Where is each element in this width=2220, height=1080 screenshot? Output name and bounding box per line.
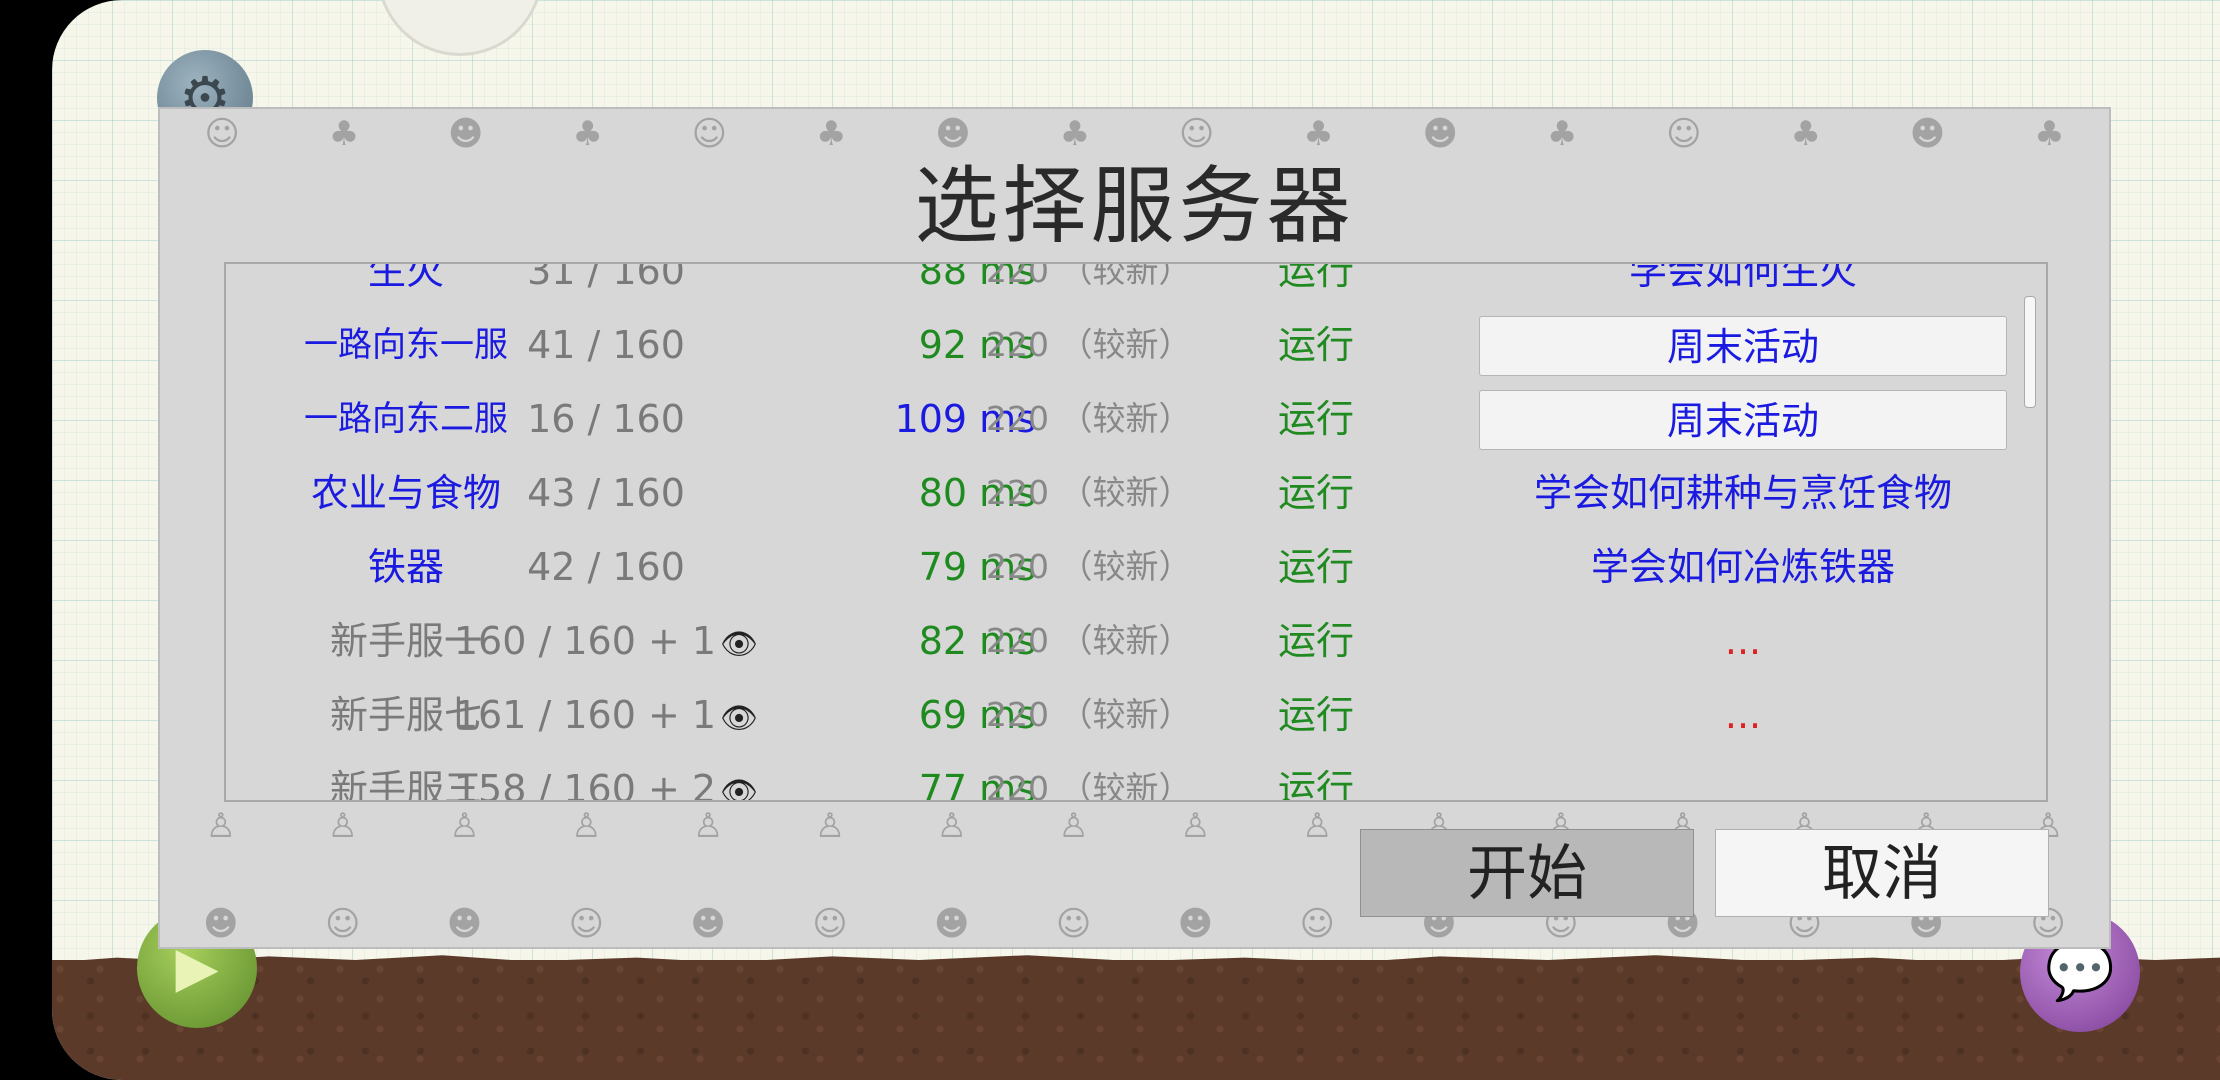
cancel-button[interactable]: 取消 <box>1715 829 2049 917</box>
server-description-more: ... <box>1724 619 1762 663</box>
player-count: 43 / 160 <box>527 471 685 515</box>
player-count: 31 / 160 <box>527 262 685 293</box>
server-version: 220 （较新） <box>986 262 1192 290</box>
server-row[interactable]: 农业与食物 43 / 160 80 ms 220 （较新） 运行 学会如何耕种与烹饪食物 <box>226 456 2026 530</box>
server-list[interactable]: 生火 31 / 160 88 ms 220 （较新） 运行 学会如何生火 一路向东一服 41 … <box>224 262 2048 802</box>
server-description: 学会如何耕种与烹饪食物 <box>1533 471 1952 515</box>
server-row[interactable]: 新手服一 160 / 160 + 1 👁 82 ms 220 （较新） 运行... <box>226 604 2026 678</box>
server-players: 41 / 160 <box>426 308 786 382</box>
start-button[interactable]: 开始 <box>1360 829 1694 917</box>
server-description-button[interactable]: 周末活动 <box>1479 390 2007 450</box>
server-status: 运行 <box>1277 693 1354 737</box>
server-players: 42 / 160 <box>426 530 786 604</box>
server-status: 运行 <box>1277 323 1354 367</box>
player-count: 158 / 160 + 2 <box>453 767 717 802</box>
server-status: 运行 <box>1277 397 1354 441</box>
server-description-button[interactable]: 周末活动 <box>1479 316 2007 376</box>
server-description: 学会如何冶炼铁器 <box>1590 545 1895 589</box>
player-count: 161 / 160 + 1 <box>453 693 717 737</box>
server-players: 158 / 160 + 2 👁 <box>426 752 786 802</box>
eye-icon: 👁 <box>720 775 759 802</box>
server-version: 220 （较新） <box>986 769 1192 802</box>
server-select-dialog: ☺ ♣ ☻ ♣ ☺ ♣ ☻ ♣ ☺ ♣ ☻ ♣ ☺ ♣ ☻ ♣ ♙ ♙ ♙ ♙ ♙ ♙ ♙ ♙ ♙ ♙ ♙ ♙ ♙ ♙ ♙ ♙ ☻ ☺ ☻ ☺ ☻ ☺… <box>158 107 2111 949</box>
server-status: 运行 <box>1277 619 1354 663</box>
game-screen: ⚙ ▶ 💬 ☺ ♣ ☻ ♣ ☺ ♣ ☻ ♣ ☺ ♣ ☻ ♣ ☺ ♣ ☻ ♣ ♙ ♙ ♙ ♙ ♙ ♙ ♙ ♙ ♙ ♙ ♙ ♙ ♙ ♙ ♙ ♙ … <box>0 0 2220 1080</box>
server-description: 学会如何生火 <box>1628 262 1857 293</box>
server-players: 43 / 160 <box>426 456 786 530</box>
server-players: 161 / 160 + 1 👁 <box>426 678 786 752</box>
server-row[interactable]: 新手服三 158 / 160 + 2 👁 77 ms 220 （较新） 运行 <box>226 752 2026 802</box>
eye-icon: 👁 <box>720 627 759 662</box>
server-version: 220 （较新） <box>986 473 1192 512</box>
player-count: 16 / 160 <box>527 397 685 441</box>
server-status: 运行 <box>1277 767 1354 802</box>
player-count: 42 / 160 <box>527 545 685 589</box>
server-row[interactable]: 一路向东二服 16 / 160 109 ms 220 （较新） 运行 周末活动 <box>226 382 2026 456</box>
server-players: 31 / 160 <box>426 262 786 308</box>
server-description-more: ... <box>1724 693 1762 737</box>
ground <box>52 960 2220 1080</box>
server-status: 运行 <box>1277 545 1354 589</box>
server-version: 220 （较新） <box>986 695 1192 734</box>
server-status: 运行 <box>1277 262 1354 293</box>
dialog-title: 选择服务器 <box>914 157 1355 255</box>
server-row[interactable]: 铁器 42 / 160 79 ms 220 （较新） 运行 学会如何冶炼铁器 <box>226 530 2026 604</box>
player-count: 41 / 160 <box>527 323 685 367</box>
server-row[interactable]: 新手服七 161 / 160 + 1 👁 69 ms 220 （较新） 运行... <box>226 678 2026 752</box>
server-description-more <box>1479 752 2007 800</box>
server-version: 220 （较新） <box>986 325 1192 364</box>
server-players: 16 / 160 <box>426 382 786 456</box>
server-status: 运行 <box>1277 471 1354 515</box>
server-row[interactable]: 一路向东一服 41 / 160 92 ms 220 （较新） 运行 周末活动 <box>226 308 2026 382</box>
server-players: 160 / 160 + 1 👁 <box>426 604 786 678</box>
player-count: 160 / 160 + 1 <box>453 619 717 663</box>
eye-icon: 👁 <box>720 701 759 736</box>
server-version: 220 （较新） <box>986 547 1192 586</box>
scrollbar[interactable] <box>2024 296 2036 408</box>
top-badge-circle <box>377 0 543 56</box>
server-row[interactable]: 生火 31 / 160 88 ms 220 （较新） 运行 学会如何生火 <box>226 262 2026 308</box>
server-version: 220 （较新） <box>986 399 1192 438</box>
server-version: 220 （较新） <box>986 621 1192 660</box>
